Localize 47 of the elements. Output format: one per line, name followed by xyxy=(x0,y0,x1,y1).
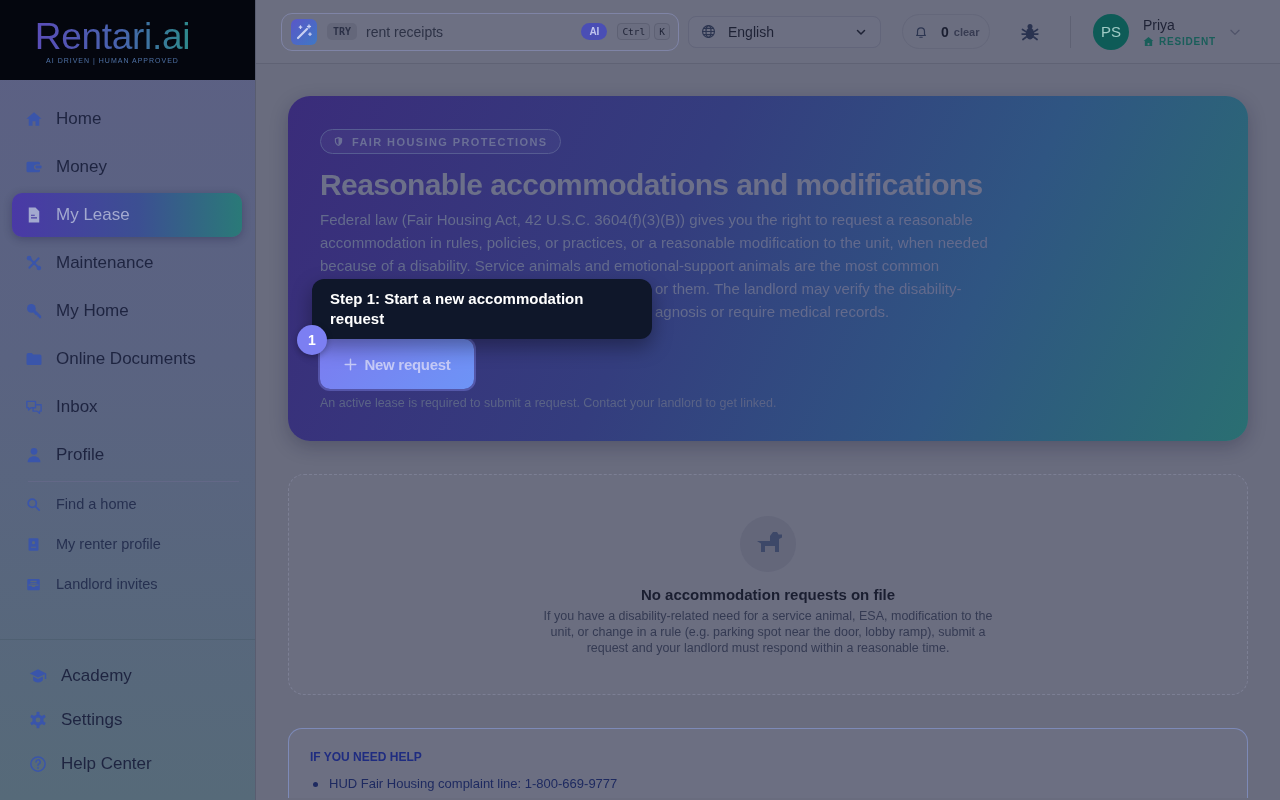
help-title: IF YOU NEED HELP xyxy=(310,749,423,765)
bug-icon[interactable] xyxy=(1020,21,1040,42)
tooltip-text: Step 1: Start a new accommodation request xyxy=(330,289,585,329)
person-icon xyxy=(25,446,43,464)
help-icon xyxy=(29,755,47,773)
nav-item[interactable]: Settings xyxy=(12,700,242,740)
keyboard-key: K xyxy=(654,23,670,40)
envelope-icon xyxy=(26,576,41,592)
search-icon xyxy=(26,496,41,512)
folder-icon xyxy=(25,350,43,368)
bell-icon xyxy=(914,24,928,39)
nav-item[interactable]: Home xyxy=(12,97,242,141)
house-icon xyxy=(1143,35,1154,47)
nav-item[interactable]: My Home xyxy=(12,289,242,333)
bullet-icon xyxy=(313,781,318,787)
keyboard-key: Ctrl xyxy=(617,23,651,40)
ai-badge: AI xyxy=(581,23,608,40)
plus-icon xyxy=(343,357,357,371)
house-icon xyxy=(25,110,43,128)
shield-icon xyxy=(333,136,344,147)
hero-title: Reasonable accommodations and modifications xyxy=(320,167,983,203)
help-item: HUD Fair Housing complaint line: 1-800-669-9777 xyxy=(329,776,618,792)
step-marker: 1 xyxy=(297,325,327,355)
chat-bubbles-icon xyxy=(25,398,43,416)
settings-icon xyxy=(29,711,47,729)
try-chip: TRY xyxy=(327,23,358,40)
avatar: PS xyxy=(1093,13,1129,50)
nav-item[interactable]: Help Center xyxy=(12,744,242,784)
language-select[interactable]: English xyxy=(688,15,881,48)
user-name: Priya xyxy=(1143,16,1176,34)
new-request-button[interactable]: New request xyxy=(320,339,474,389)
nav-item[interactable]: Academy xyxy=(12,656,242,696)
id-card-icon xyxy=(26,536,41,552)
nav-item[interactable]: Online Documents xyxy=(12,337,242,381)
dog-icon xyxy=(740,516,796,572)
key-icon xyxy=(25,302,43,320)
nav-item[interactable]: Money xyxy=(12,145,242,189)
search-input[interactable]: rent receipts xyxy=(366,23,582,40)
role-label: RESIDENT xyxy=(1159,35,1216,47)
nav-item[interactable]: Inbox xyxy=(12,385,242,429)
nav-item[interactable]: Maintenance xyxy=(12,241,242,285)
graduation-cap-icon xyxy=(29,667,47,685)
globe-icon xyxy=(701,24,716,39)
magic-wand-icon xyxy=(291,18,317,45)
nav-item[interactable]: My Lease xyxy=(12,193,242,237)
nav-item[interactable]: Profile xyxy=(12,433,242,477)
empty-state-title: No accommodation requests on file xyxy=(640,585,896,605)
